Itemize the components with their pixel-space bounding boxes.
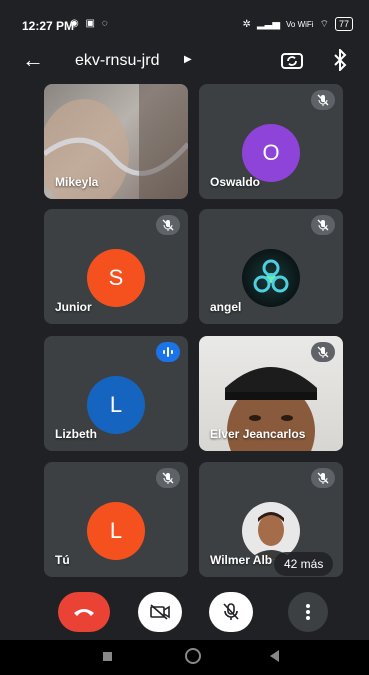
camera-toggle-button[interactable] [138, 592, 182, 632]
audio-level-icon [156, 342, 180, 362]
battery-icon: 77 [334, 17, 353, 31]
participant-name: Oswaldo [210, 175, 261, 189]
back-icon[interactable] [270, 650, 279, 662]
avatar: L [87, 376, 145, 434]
mic-muted-icon [311, 468, 335, 488]
status-bar: 12:27 PM ◉ ▣ ◌ ✲ ▂▃▅ Vo WiFi ⌔ 77 [0, 0, 369, 44]
mic-toggle-button[interactable] [209, 592, 253, 632]
notification-icons: ◉ ▣ ◌ [70, 18, 110, 29]
participant-tile-self[interactable]: L Tú [44, 462, 188, 577]
mic-muted-icon [311, 90, 335, 110]
status-time: 12:27 PM [22, 19, 75, 33]
avatar-image [242, 249, 300, 307]
participant-name: angel [210, 300, 242, 314]
status-right: ✲ ▂▃▅ Vo WiFi ⌔ 77 [243, 17, 353, 31]
participant-tile-elver[interactable]: Elver Jeancarlos [199, 336, 343, 451]
end-call-button[interactable] [58, 592, 110, 632]
avatar-initial: L [109, 518, 123, 543]
system-nav-bar [0, 640, 369, 675]
end-call-icon [74, 609, 94, 616]
switch-camera-icon[interactable] [280, 48, 304, 72]
app-bar: ← ekv-rnsu-jrd ▶ [0, 44, 369, 78]
camera-off-icon [150, 604, 170, 620]
volte-label: Vo WiFi [286, 19, 314, 29]
participant-name: Junior [55, 300, 92, 314]
participant-tile-oswaldo[interactable]: O Oswaldo [199, 84, 343, 199]
home-icon[interactable] [185, 648, 201, 664]
mic-muted-icon [311, 342, 335, 362]
mic-muted-icon [156, 468, 180, 488]
wifi-icon: ⌔ [319, 18, 329, 30]
more-options-button[interactable] [288, 592, 328, 632]
call-controls [0, 592, 369, 636]
participant-tile-angel[interactable]: angel [199, 209, 343, 324]
participant-name: Elver Jeancarlos [210, 427, 306, 441]
participant-name: Lizbeth [55, 427, 97, 441]
avatar-initial: L [109, 392, 123, 417]
caret-right-icon[interactable]: ▶ [184, 54, 192, 65]
avatar: L [87, 502, 145, 560]
meeting-code[interactable]: ekv-rnsu-jrd [75, 52, 159, 70]
avatar-initial: S [108, 265, 124, 290]
participant-tile-mikeyla[interactable]: Mikeyla [44, 84, 188, 199]
avatar: S [87, 249, 145, 307]
avatar: O [242, 124, 300, 182]
bluetooth-icon[interactable] [332, 49, 348, 71]
mic-off-icon [223, 603, 239, 620]
avatar-initial: O [262, 140, 280, 165]
signal-icon: ▂▃▅ [256, 18, 281, 30]
mic-muted-icon [156, 215, 180, 235]
back-arrow-icon[interactable]: ← [22, 48, 44, 72]
mic-muted-icon [311, 215, 335, 235]
recents-icon[interactable] [103, 652, 112, 661]
biohazard-icon [253, 259, 289, 293]
participant-tile-lizbeth[interactable]: L Lizbeth [44, 336, 188, 451]
more-vertical-icon [306, 604, 310, 620]
participant-name: Mikeyla [55, 175, 99, 189]
participant-name: Wilmer Alb [210, 553, 273, 567]
more-participants-chip[interactable]: 42 más [274, 552, 334, 576]
bluetooth-status-icon: ✲ [242, 18, 251, 30]
participant-name: Tú [55, 553, 70, 567]
participant-tile-junior[interactable]: S Junior [44, 209, 188, 324]
